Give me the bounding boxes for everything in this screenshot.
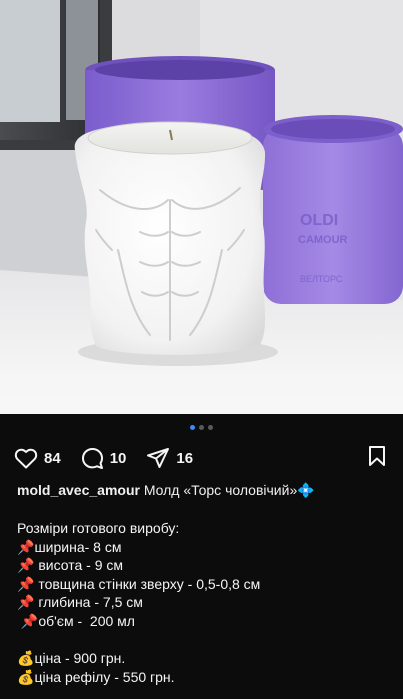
comment-count[interactable]: 10 bbox=[110, 450, 127, 467]
post-caption: mold_avec_amour Молд «Торс чоловічий»💠 bbox=[17, 480, 391, 500]
caption-body: Розміри готового виробу: 📌ширина- 8 см 📌… bbox=[17, 519, 393, 686]
caption-title: Молд «Торс чоловічий» bbox=[139, 482, 298, 498]
save-action[interactable] bbox=[367, 445, 387, 472]
pushpin-icon: 📌 bbox=[17, 575, 35, 592]
caption-line-volume: 📌об'єм - 200 мл bbox=[20, 612, 135, 629]
like-action[interactable]: 84 bbox=[14, 447, 61, 469]
caption-username[interactable]: mold_avec_amour bbox=[17, 482, 140, 498]
comment-action[interactable]: 10 bbox=[81, 447, 127, 470]
pushpin-icon: 📌 bbox=[17, 557, 35, 574]
post-photo[interactable]: OLDI CAMOUR ВЕЛТОРС bbox=[0, 0, 403, 414]
heart-icon[interactable] bbox=[14, 447, 38, 469]
carousel-indicator bbox=[0, 425, 403, 430]
caption-line-wall: 📌 товщина стінки зверху - 0,5-0,8 см bbox=[17, 575, 261, 592]
carousel-dot bbox=[208, 425, 213, 430]
money-bag-icon: 💰 bbox=[17, 668, 35, 685]
svg-text:ВЕЛТОРС: ВЕЛТОРС bbox=[300, 274, 343, 284]
caption-line-height: 📌 висота - 9 см bbox=[17, 557, 124, 574]
bookmark-icon[interactable] bbox=[367, 445, 387, 467]
caption-price: 💰ціна - 900 грн. bbox=[17, 650, 126, 667]
svg-text:CAMOUR: CAMOUR bbox=[298, 234, 348, 246]
svg-text:OLDI: OLDI bbox=[300, 212, 338, 229]
caption-heading: Розміри готового виробу: bbox=[17, 520, 180, 536]
carousel-dot bbox=[199, 425, 204, 430]
candle-photo-illustration: OLDI CAMOUR ВЕЛТОРС bbox=[0, 0, 403, 414]
share-count[interactable]: 16 bbox=[176, 450, 193, 467]
pushpin-icon: 📌 bbox=[17, 594, 35, 611]
share-action[interactable]: 16 bbox=[146, 447, 193, 469]
carousel-dot-active bbox=[190, 425, 195, 430]
comment-icon[interactable] bbox=[81, 447, 104, 470]
send-icon[interactable] bbox=[146, 447, 170, 469]
caption-line-width: 📌ширина- 8 см bbox=[17, 538, 122, 555]
money-bag-icon: 💰 bbox=[17, 650, 35, 667]
caption-line-depth: 📌 глибина - 7,5 см bbox=[17, 594, 143, 611]
diamond-emoji-icon: 💠 bbox=[297, 482, 315, 498]
pushpin-icon: 📌 bbox=[17, 538, 35, 555]
caption-refill-price: 💰ціна рефілу - 550 грн. bbox=[17, 668, 175, 685]
pushpin-icon: 📌 bbox=[20, 612, 39, 629]
post-action-bar: 84 10 16 bbox=[14, 444, 389, 472]
like-count[interactable]: 84 bbox=[44, 450, 61, 467]
